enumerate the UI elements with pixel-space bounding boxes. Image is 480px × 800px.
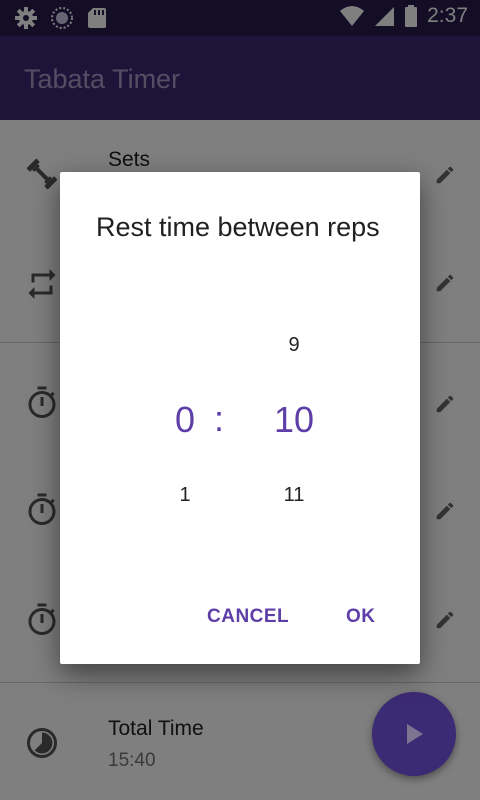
seconds-prev-value[interactable]: 9 [254, 334, 334, 357]
minutes-next-value[interactable]: 1 [145, 484, 225, 507]
ok-button[interactable]: OK [346, 606, 376, 628]
time-picker-dialog: Rest time between reps 0 1 : 9 10 11 CAN… [60, 172, 420, 664]
play-icon [407, 724, 423, 744]
seconds-next-value[interactable]: 11 [254, 484, 334, 507]
dialog-title: Rest time between reps [96, 212, 380, 242]
cancel-button[interactable]: CANCEL [207, 606, 289, 628]
start-fab[interactable] [372, 692, 456, 776]
seconds-picker[interactable]: 10 [254, 399, 334, 441]
time-separator: : [213, 398, 224, 439]
